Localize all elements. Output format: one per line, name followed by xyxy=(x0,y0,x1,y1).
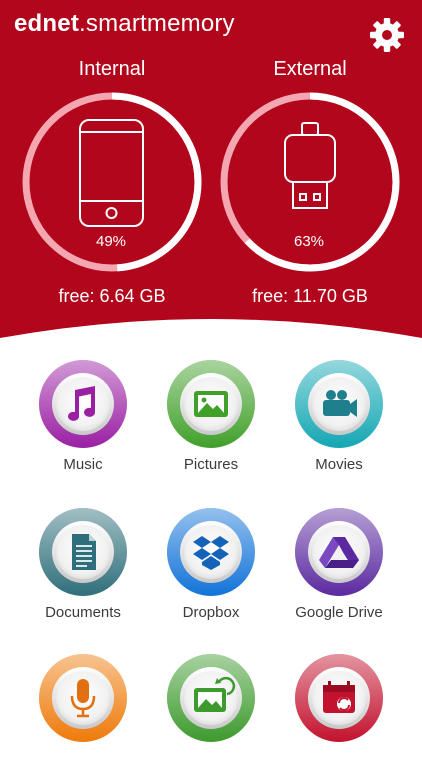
documents-button[interactable] xyxy=(39,508,127,596)
microphone-button[interactable] xyxy=(39,654,127,742)
tile-voice-recorder[interactable] xyxy=(18,654,148,784)
tile-music[interactable]: Music xyxy=(18,360,148,490)
gear-icon[interactable] xyxy=(368,16,406,54)
external-percent: 63% xyxy=(293,233,325,250)
photo-backup-button[interactable] xyxy=(167,654,255,742)
tile-label-pictures: Pictures xyxy=(183,456,239,473)
google-drive-button[interactable] xyxy=(295,508,383,596)
pictures-button[interactable] xyxy=(167,360,255,448)
tile-label-music: Music xyxy=(63,456,103,473)
tile-label-documents: Documents xyxy=(45,604,121,621)
tile-label-dropbox: Dropbox xyxy=(182,604,240,621)
music-button[interactable] xyxy=(39,360,127,448)
internal-percent: 49% xyxy=(95,233,127,250)
tile-movies[interactable]: Movies xyxy=(274,360,404,490)
dropbox-button[interactable] xyxy=(167,508,255,596)
app-title-bold: ednet xyxy=(14,10,80,37)
external-storage-label: External xyxy=(273,58,347,80)
external-free-space: free: 11.70 GB xyxy=(252,286,368,306)
tile-label-movies: Movies xyxy=(315,456,363,473)
tile-pictures[interactable]: Pictures xyxy=(146,360,276,490)
usb-drive-icon xyxy=(284,122,336,209)
movies-button[interactable] xyxy=(295,360,383,448)
tile-dropbox[interactable]: Dropbox xyxy=(146,508,276,638)
tile-calendar-backup[interactable] xyxy=(274,654,404,784)
tile-label-google-drive: Google Drive xyxy=(295,604,383,621)
app-title-rest: .smartmemory xyxy=(79,10,235,37)
calendar-backup-button[interactable] xyxy=(295,654,383,742)
image-icon xyxy=(194,391,228,417)
tile-google-drive[interactable]: Google Drive xyxy=(274,508,404,638)
smartphone-icon xyxy=(79,119,144,227)
document-icon xyxy=(72,534,96,570)
app-title: ednet.smartmemory xyxy=(14,10,235,38)
calendar-sync-icon xyxy=(323,681,355,713)
tile-documents[interactable]: Documents xyxy=(18,508,148,638)
storage-header: ednet.smartmemory Internal 49% free: 6.6… xyxy=(0,0,422,372)
internal-free-space: free: 6.64 GB xyxy=(58,286,166,306)
internal-storage-label: Internal xyxy=(78,58,146,80)
tile-photo-backup[interactable] xyxy=(146,654,276,784)
